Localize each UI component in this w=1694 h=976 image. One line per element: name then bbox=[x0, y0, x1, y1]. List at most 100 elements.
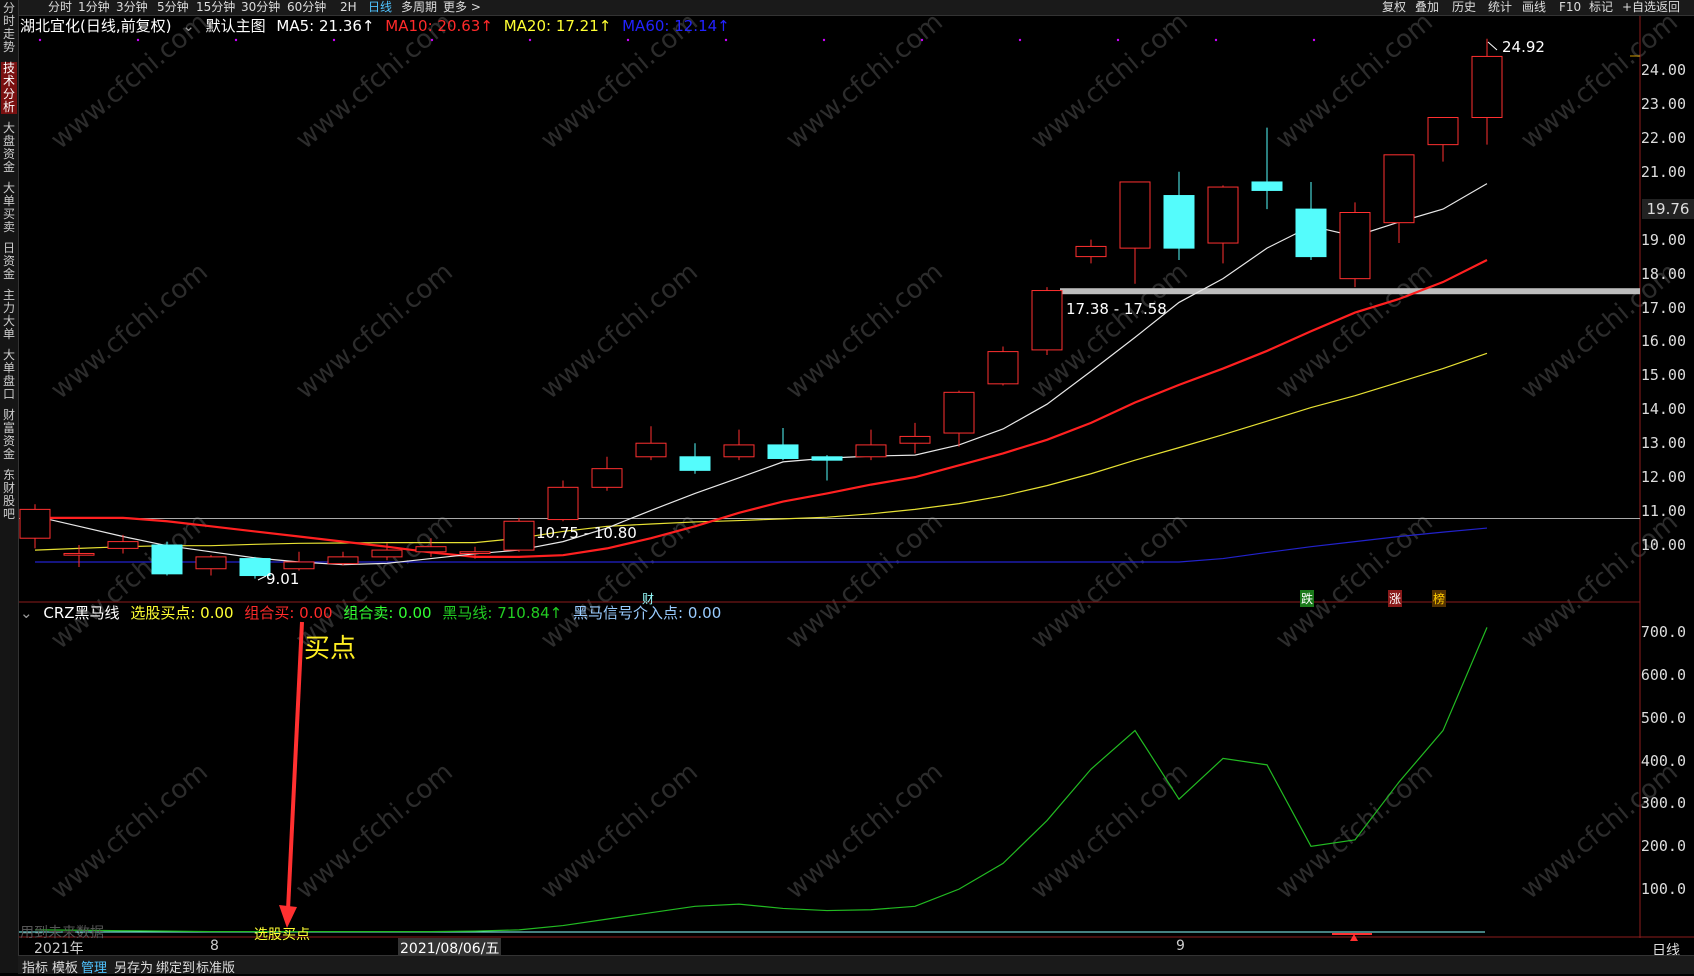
toolbar-right-4[interactable]: 画线 bbox=[1522, 0, 1546, 15]
candle-body[interactable] bbox=[195, 556, 227, 570]
candle-body[interactable] bbox=[547, 486, 579, 521]
low-price-label: 9.01 bbox=[266, 570, 300, 588]
candle-body[interactable] bbox=[723, 444, 755, 458]
candle-body[interactable] bbox=[899, 435, 931, 444]
indicator-tick: 100.0 bbox=[1640, 880, 1686, 899]
stock-title[interactable]: 湖北宜化(日线,前复权) bbox=[20, 17, 171, 35]
candle-body[interactable] bbox=[19, 508, 51, 539]
period-tab-0[interactable]: 分时 bbox=[48, 0, 72, 15]
bottom-tab-3[interactable]: 另存为 bbox=[114, 957, 153, 976]
signal-dot bbox=[822, 38, 826, 42]
template-dropdown-icon[interactable]: ⌄ bbox=[182, 17, 195, 35]
indicator-tick: 200.0 bbox=[1640, 837, 1686, 856]
candle-body[interactable] bbox=[1339, 212, 1371, 280]
finance-marker[interactable]: 财 bbox=[642, 590, 654, 607]
candle-body[interactable] bbox=[371, 549, 403, 558]
period-tab-8[interactable]: 日线 bbox=[368, 0, 392, 15]
sidebar-item-1[interactable]: 技术分析 bbox=[1, 62, 17, 114]
period-tab-4[interactable]: 15分钟 bbox=[196, 0, 235, 15]
candle-body[interactable] bbox=[1075, 245, 1107, 258]
period-tab-2[interactable]: 3分钟 bbox=[116, 0, 148, 15]
candle-body[interactable] bbox=[635, 442, 667, 458]
time-label-aug: 8 bbox=[210, 938, 219, 954]
candle-body[interactable] bbox=[1207, 186, 1239, 244]
period-tab-1[interactable]: 1分钟 bbox=[78, 0, 110, 15]
period-tab-9[interactable]: 多周期 bbox=[401, 0, 437, 15]
bottom-tab-4[interactable]: 绑定到 bbox=[156, 957, 195, 976]
toolbar-right-1[interactable]: 叠加 bbox=[1415, 0, 1439, 15]
candle-body[interactable] bbox=[1427, 117, 1459, 146]
zhmr-value: 组合买: 0.00 bbox=[244, 604, 333, 622]
hmx-line bbox=[34, 627, 1488, 933]
candle-body[interactable] bbox=[503, 520, 535, 551]
toolbar-right-5[interactable]: F10 bbox=[1559, 0, 1581, 15]
candle-body[interactable] bbox=[107, 541, 139, 549]
candle-body[interactable] bbox=[459, 551, 491, 554]
bottom-tab-0[interactable]: 指标 bbox=[22, 957, 48, 976]
range-lower-label: 10.75 - 10.80 bbox=[536, 524, 637, 542]
candle-body[interactable] bbox=[943, 391, 975, 434]
rise-marker[interactable]: 涨 bbox=[1388, 590, 1403, 607]
period-tab-3[interactable]: 5分钟 bbox=[157, 0, 189, 15]
signal-dot bbox=[136, 38, 140, 42]
watermark-text: www.cfchi.com bbox=[780, 757, 949, 905]
sidebar-item-2[interactable]: 大盘资金 bbox=[1, 122, 17, 174]
toolbar-right-2[interactable]: 历史 bbox=[1452, 0, 1476, 15]
indicator-tick: 600.0 bbox=[1640, 665, 1686, 684]
candle-body[interactable] bbox=[1163, 195, 1195, 249]
sidebar-item-0[interactable]: 分时走势 bbox=[1, 2, 17, 54]
toolbar-right-8[interactable]: 返回 bbox=[1656, 0, 1680, 15]
sidebar-item-6[interactable]: 大单盘口 bbox=[1, 349, 17, 401]
indicator-dropdown-icon[interactable]: ⌄ bbox=[20, 604, 33, 622]
candle-body[interactable] bbox=[151, 544, 183, 575]
template-name[interactable]: 默认主图 bbox=[206, 17, 266, 35]
watermark-text: www.cfchi.com bbox=[1270, 757, 1439, 905]
bottom-tab-5[interactable]: 标准版 bbox=[196, 957, 235, 976]
drop-marker[interactable]: 跌 bbox=[1300, 590, 1315, 607]
hmx-value: 黑马线: 710.84↑ bbox=[442, 604, 563, 622]
watermark-text: www.cfchi.com bbox=[290, 757, 459, 905]
indicator-name[interactable]: CRZ黑马线 bbox=[43, 604, 119, 622]
period-tab-6[interactable]: 60分钟 bbox=[287, 0, 326, 15]
sidebar-item-7[interactable]: 财富资金 bbox=[1, 409, 17, 461]
candle-body[interactable] bbox=[1471, 55, 1503, 118]
candle-body[interactable] bbox=[1383, 154, 1415, 224]
candle-body[interactable] bbox=[1031, 290, 1063, 351]
sidebar-item-3[interactable]: 大单买卖 bbox=[1, 182, 17, 234]
rank-marker[interactable]: 榜 bbox=[1432, 590, 1447, 607]
candle-body[interactable] bbox=[811, 456, 843, 461]
buy-point-arrow bbox=[286, 621, 304, 911]
candle-body[interactable] bbox=[855, 444, 887, 458]
ma60-value: MA60: 12.14↑ bbox=[622, 17, 730, 35]
watermark-text: www.cfchi.com bbox=[45, 757, 214, 905]
bottom-tab-2[interactable]: 管理 bbox=[81, 957, 107, 976]
candle-body[interactable] bbox=[283, 561, 315, 570]
period-tab-10[interactable]: 更多 > bbox=[443, 0, 481, 15]
toolbar-right-0[interactable]: 复权 bbox=[1382, 0, 1406, 15]
candle-body[interactable] bbox=[1295, 208, 1327, 258]
candle-body[interactable] bbox=[679, 456, 711, 471]
kline-chart[interactable]: www.cfchi.com www.cfchi.com www.cfchi.com w… bbox=[0, 0, 1694, 973]
toolbar-right-7[interactable]: +自选 bbox=[1622, 0, 1656, 15]
candle-body[interactable] bbox=[987, 351, 1019, 385]
period-tab-7[interactable]: 2H bbox=[340, 0, 357, 15]
bottom-tab-1[interactable]: 模板 bbox=[52, 957, 78, 976]
sidebar-item-4[interactable]: 日资金 bbox=[1, 242, 17, 281]
sidebar-item-5[interactable]: 主力大单 bbox=[1, 289, 17, 341]
candle-body[interactable] bbox=[415, 546, 447, 553]
candle-body[interactable] bbox=[63, 552, 95, 556]
candle-body[interactable] bbox=[591, 468, 623, 488]
watermark-text: www.cfchi.com bbox=[45, 257, 214, 405]
price-tick: 13.00 bbox=[1640, 434, 1686, 453]
candle-body[interactable] bbox=[327, 556, 359, 565]
candle-body[interactable] bbox=[767, 444, 799, 459]
watermark-text: www.cfchi.com bbox=[1270, 7, 1439, 155]
sidebar-item-8[interactable]: 东财股吧 bbox=[1, 469, 17, 521]
indicator-tick: 500.0 bbox=[1640, 708, 1686, 727]
toolbar-right-6[interactable]: 标记 bbox=[1589, 0, 1613, 15]
toolbar-right-3[interactable]: 统计 bbox=[1488, 0, 1512, 15]
period-tab-5[interactable]: 30分钟 bbox=[241, 0, 280, 15]
candle-body[interactable] bbox=[1251, 181, 1283, 191]
price-tick: 17.00 bbox=[1640, 298, 1686, 317]
candle-body[interactable] bbox=[1119, 181, 1151, 249]
